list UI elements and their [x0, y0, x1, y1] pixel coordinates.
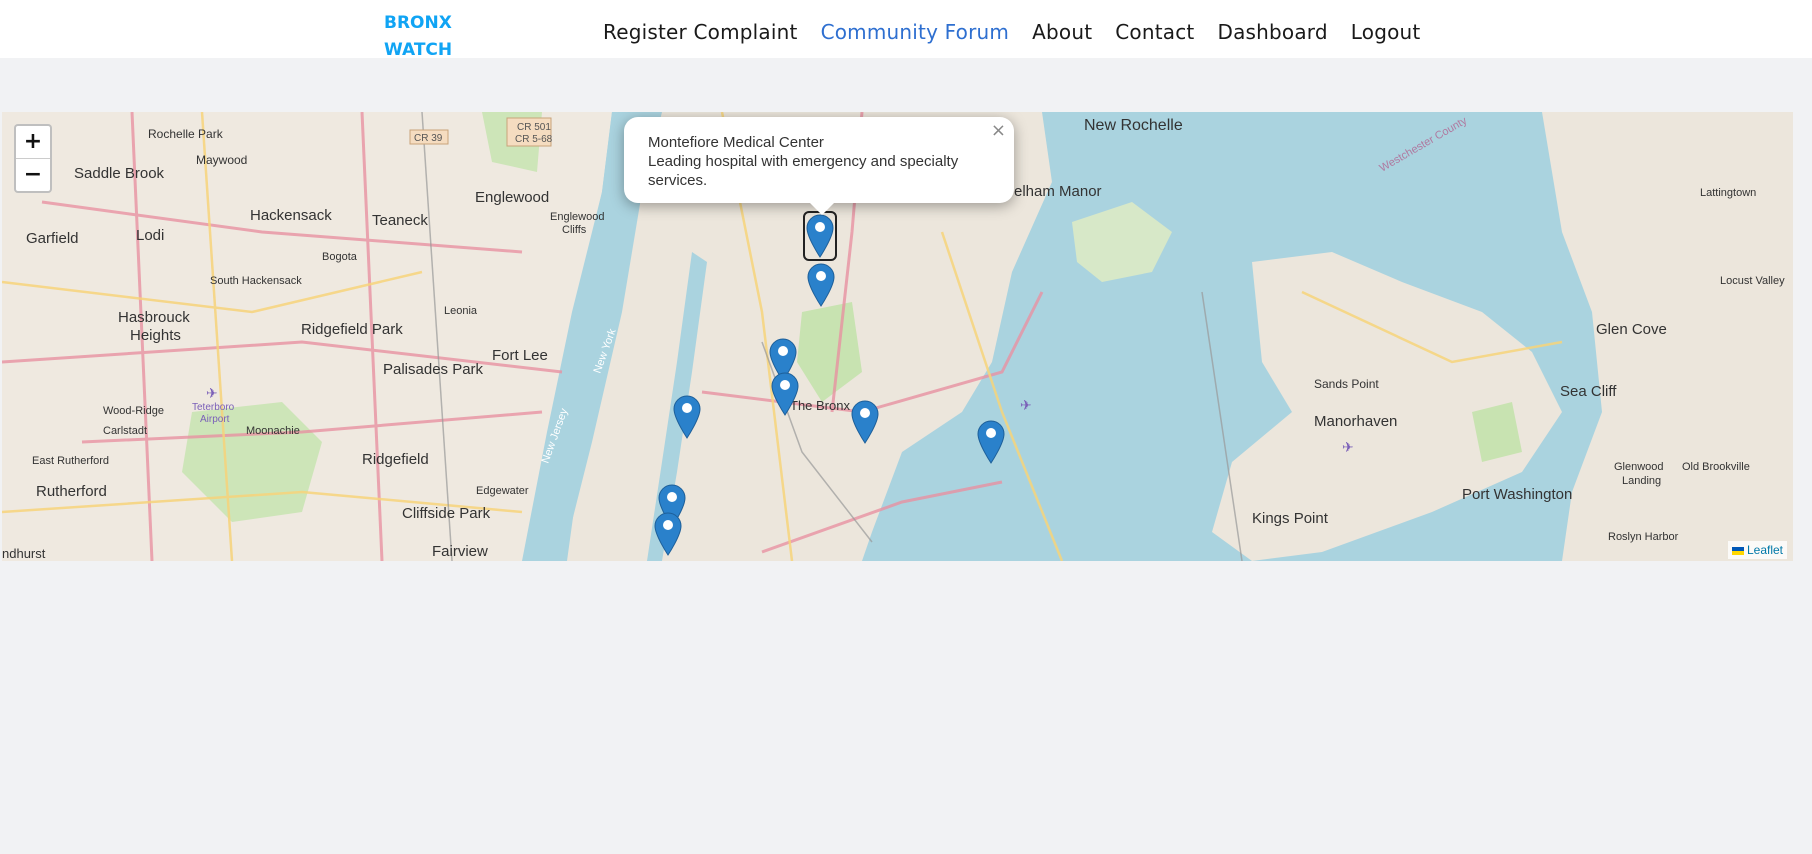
popup-description: Leading hospital with emergency and spec…	[648, 153, 959, 189]
ukraine-flag-icon	[1731, 546, 1744, 555]
nav-logout[interactable]: Logout	[1351, 20, 1421, 44]
nav-about[interactable]: About	[1032, 20, 1092, 44]
map-marker-icon[interactable]	[803, 211, 837, 261]
svg-text:Moonachie: Moonachie	[246, 425, 300, 437]
svg-text:CR 501: CR 501	[517, 122, 551, 133]
svg-text:Pelham Manor: Pelham Manor	[1004, 183, 1102, 200]
brand-line-1: BRONX	[384, 13, 452, 33]
nav-dashboard[interactable]: Dashboard	[1217, 20, 1327, 44]
svg-text:ndhurst: ndhurst	[2, 546, 46, 561]
svg-text:Lodi: Lodi	[136, 227, 164, 244]
svg-text:Glenwood: Glenwood	[1614, 461, 1664, 473]
svg-text:The Bronx: The Bronx	[790, 398, 850, 413]
zoom-out-button[interactable]: −	[16, 158, 50, 191]
svg-text:Sea Cliff: Sea Cliff	[1560, 383, 1617, 400]
zoom-in-button[interactable]: +	[16, 126, 50, 158]
svg-text:Cliffs: Cliffs	[562, 224, 587, 236]
svg-text:Hasbrouck: Hasbrouck	[118, 309, 190, 326]
nav-contact[interactable]: Contact	[1115, 20, 1194, 44]
svg-text:Englewood: Englewood	[550, 211, 604, 223]
map-marker-icon[interactable]	[851, 400, 879, 444]
svg-text:CR 39: CR 39	[414, 133, 443, 144]
svg-text:Ridgefield: Ridgefield	[362, 451, 429, 468]
svg-text:Airport: Airport	[200, 414, 230, 425]
map-marker-icon[interactable]	[771, 372, 799, 416]
svg-text:Palisades Park: Palisades Park	[383, 361, 484, 378]
attribution-link[interactable]: Leaflet	[1747, 543, 1783, 557]
svg-text:New Rochelle: New Rochelle	[1084, 117, 1183, 134]
svg-text:✈: ✈	[1020, 398, 1032, 414]
map-popup: Montefiore Medical Center Leading hospit…	[624, 117, 1014, 215]
popup-title: Montefiore Medical Center	[648, 134, 824, 151]
map-marker-icon[interactable]	[654, 512, 682, 556]
navbar: BRONX WATCH Register Complaint Community…	[0, 0, 1812, 60]
svg-text:Landing: Landing	[1622, 475, 1661, 487]
svg-text:Kings Point: Kings Point	[1252, 510, 1329, 527]
nav-register-complaint[interactable]: Register Complaint	[603, 20, 798, 44]
svg-text:Cliffside Park: Cliffside Park	[402, 505, 491, 522]
svg-text:Leonia: Leonia	[444, 305, 478, 317]
svg-text:Lattingtown: Lattingtown	[1700, 187, 1756, 199]
popup-tip	[808, 201, 836, 215]
svg-text:East Rutherford: East Rutherford	[32, 455, 109, 467]
popup-content: Montefiore Medical Center Leading hospit…	[648, 133, 968, 190]
svg-text:Maywood: Maywood	[196, 153, 247, 167]
svg-text:Fairview: Fairview	[432, 543, 488, 560]
svg-text:Teterboro: Teterboro	[192, 402, 235, 413]
svg-text:Edgewater: Edgewater	[476, 485, 529, 497]
svg-text:Saddle Brook: Saddle Brook	[74, 165, 165, 182]
svg-text:Englewood: Englewood	[475, 189, 549, 206]
map-attribution[interactable]: Leaflet	[1727, 541, 1787, 559]
svg-text:✈: ✈	[206, 386, 218, 402]
svg-text:Teaneck: Teaneck	[372, 212, 428, 229]
svg-text:Glen Cove: Glen Cove	[1596, 321, 1667, 338]
svg-text:Heights: Heights	[130, 327, 181, 344]
svg-text:Locust Valley: Locust Valley	[1720, 275, 1785, 287]
svg-text:✈: ✈	[1342, 440, 1354, 456]
svg-text:CR 5-68: CR 5-68	[515, 134, 553, 145]
svg-text:Rochelle Park: Rochelle Park	[148, 127, 224, 141]
svg-text:Sands Point: Sands Point	[1314, 377, 1379, 391]
svg-text:Old Brookville: Old Brookville	[1682, 461, 1750, 473]
svg-text:South Hackensack: South Hackensack	[210, 275, 302, 287]
svg-text:Hackensack: Hackensack	[250, 207, 332, 224]
map-container[interactable]: New Rochelle Pelham Manor Rochelle Park …	[2, 112, 1793, 561]
svg-text:Roslyn Harbor: Roslyn Harbor	[1608, 531, 1679, 543]
popup-close-button[interactable]: ×	[991, 121, 1006, 141]
svg-text:Wood-Ridge: Wood-Ridge	[103, 405, 164, 417]
svg-text:Bogota: Bogota	[322, 251, 358, 263]
svg-text:Fort Lee: Fort Lee	[492, 347, 548, 364]
brand-line-2: WATCH	[384, 40, 453, 60]
nav-community-forum[interactable]: Community Forum	[821, 20, 1010, 44]
svg-text:Port Washington: Port Washington	[1462, 486, 1572, 503]
map-marker-icon[interactable]	[673, 395, 701, 439]
map-marker-icon[interactable]	[977, 420, 1005, 464]
zoom-control: + −	[14, 124, 52, 193]
svg-text:Ridgefield Park: Ridgefield Park	[301, 321, 403, 338]
svg-text:Garfield: Garfield	[26, 230, 79, 247]
map-marker-icon[interactable]	[807, 263, 835, 307]
svg-text:Rutherford: Rutherford	[36, 483, 107, 500]
svg-text:Carlstadt: Carlstadt	[103, 425, 147, 437]
nav-menu: Register Complaint Community Forum About…	[603, 20, 1420, 44]
svg-text:Manorhaven: Manorhaven	[1314, 413, 1397, 430]
brand-logo[interactable]: BRONX WATCH	[384, 10, 474, 64]
